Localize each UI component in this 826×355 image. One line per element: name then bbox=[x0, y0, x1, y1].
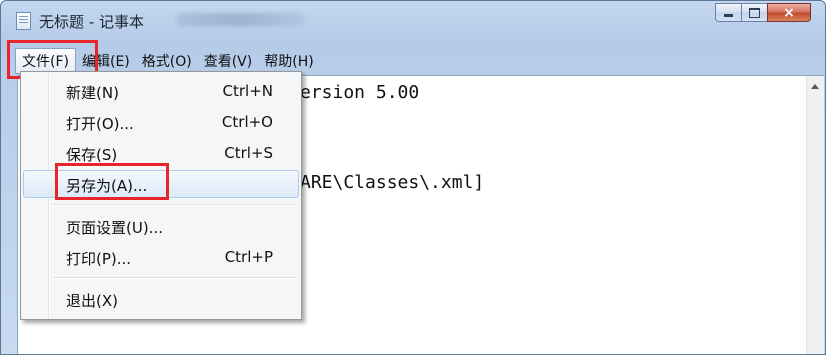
menu-bar: 文件(F) 编辑(E) 格式(O) 查看(V) 帮助(H) bbox=[15, 48, 811, 74]
menu-separator bbox=[53, 204, 297, 206]
menu-item-print[interactable]: 打印(P)... Ctrl+P bbox=[23, 243, 299, 271]
menu-item-page-setup[interactable]: 页面设置(U)... bbox=[23, 212, 299, 240]
menu-item-open[interactable]: 打开(O)... Ctrl+O bbox=[23, 108, 299, 136]
close-button[interactable]: × bbox=[767, 3, 811, 22]
minimize-button[interactable] bbox=[715, 3, 741, 22]
file-menu-dropdown: 新建(N) Ctrl+N 打开(O)... Ctrl+O 保存(S) Ctrl+… bbox=[20, 71, 302, 320]
menu-separator bbox=[53, 277, 297, 279]
menu-item-shortcut: Ctrl+P bbox=[224, 248, 273, 266]
menu-item-save-as[interactable]: 另存为(A)... bbox=[23, 170, 299, 198]
menu-item-label: 打印(P)... bbox=[66, 250, 132, 268]
menu-item-save[interactable]: 保存(S) Ctrl+S bbox=[23, 139, 299, 167]
title-bar[interactable]: 无标题 - 记事本 × bbox=[1, 1, 825, 39]
editor-line: ARE\Classes\.xml] bbox=[300, 172, 485, 193]
menu-item-exit[interactable]: 退出(X) bbox=[23, 285, 299, 313]
maximize-icon bbox=[749, 7, 760, 18]
window-controls: × bbox=[715, 3, 811, 22]
vertical-scrollbar[interactable] bbox=[806, 76, 824, 354]
minimize-icon bbox=[724, 14, 733, 17]
menu-item-label: 另存为(A)... bbox=[66, 177, 148, 195]
menu-view[interactable]: 查看(V) bbox=[198, 49, 259, 73]
notepad-icon[interactable] bbox=[16, 12, 31, 30]
menu-item-label: 页面设置(U)... bbox=[66, 219, 163, 237]
menu-item-label: 保存(S) bbox=[66, 146, 118, 164]
menu-item-label: 新建(N) bbox=[66, 84, 119, 102]
menu-edit[interactable]: 编辑(E) bbox=[76, 49, 136, 73]
window-title: 无标题 - 记事本 bbox=[39, 13, 144, 31]
menu-help[interactable]: 帮助(H) bbox=[258, 49, 319, 73]
arrow-up-icon[interactable] bbox=[811, 84, 819, 89]
menu-format[interactable]: 格式(O) bbox=[136, 49, 198, 73]
menu-item-shortcut: Ctrl+O bbox=[221, 113, 273, 131]
editor-line: ersion 5.00 bbox=[300, 82, 420, 103]
menu-item-label: 退出(X) bbox=[66, 292, 118, 310]
blurred-title-background bbox=[176, 13, 306, 26]
maximize-button[interactable] bbox=[741, 3, 767, 22]
menu-item-shortcut: Ctrl+S bbox=[224, 144, 273, 162]
menu-item-shortcut: Ctrl+N bbox=[222, 82, 273, 100]
menu-item-new[interactable]: 新建(N) Ctrl+N bbox=[23, 77, 299, 105]
menu-item-label: 打开(O)... bbox=[66, 115, 134, 133]
close-icon: × bbox=[783, 4, 795, 21]
